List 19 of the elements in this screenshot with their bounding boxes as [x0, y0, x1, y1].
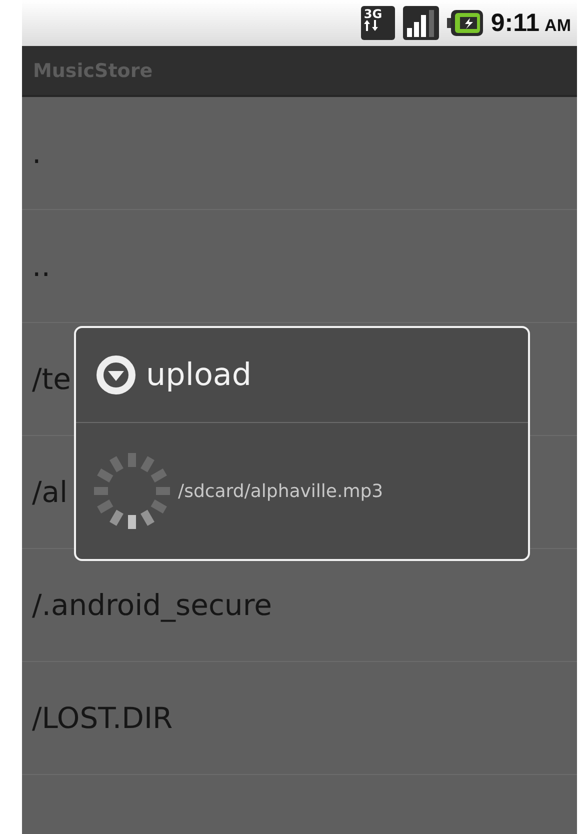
time-text: 9:11	[490, 8, 540, 38]
network-type: 3G	[364, 8, 382, 20]
battery-icon	[446, 10, 483, 36]
file-name: /al	[32, 475, 68, 509]
signal-icon	[402, 6, 439, 40]
file-name: ..	[32, 249, 50, 283]
file-list-item[interactable]: .	[22, 97, 577, 210]
file-name: /LOST.DIR	[32, 701, 173, 735]
meridiem-text: AM	[544, 16, 571, 36]
file-list-item[interactable]: ..	[22, 210, 577, 323]
dialog-message: /sdcard/alphaville.mp3	[178, 480, 384, 502]
file-name: /.android_secure	[32, 588, 272, 622]
spinner-icon	[92, 451, 172, 531]
dialog-title: upload	[146, 357, 252, 393]
alert-icon	[96, 355, 136, 395]
up-down-arrows-icon	[364, 20, 378, 31]
file-list-item[interactable]: /LOST.DIR	[22, 662, 577, 775]
file-name: .	[32, 136, 42, 170]
file-name: /te	[32, 362, 71, 396]
